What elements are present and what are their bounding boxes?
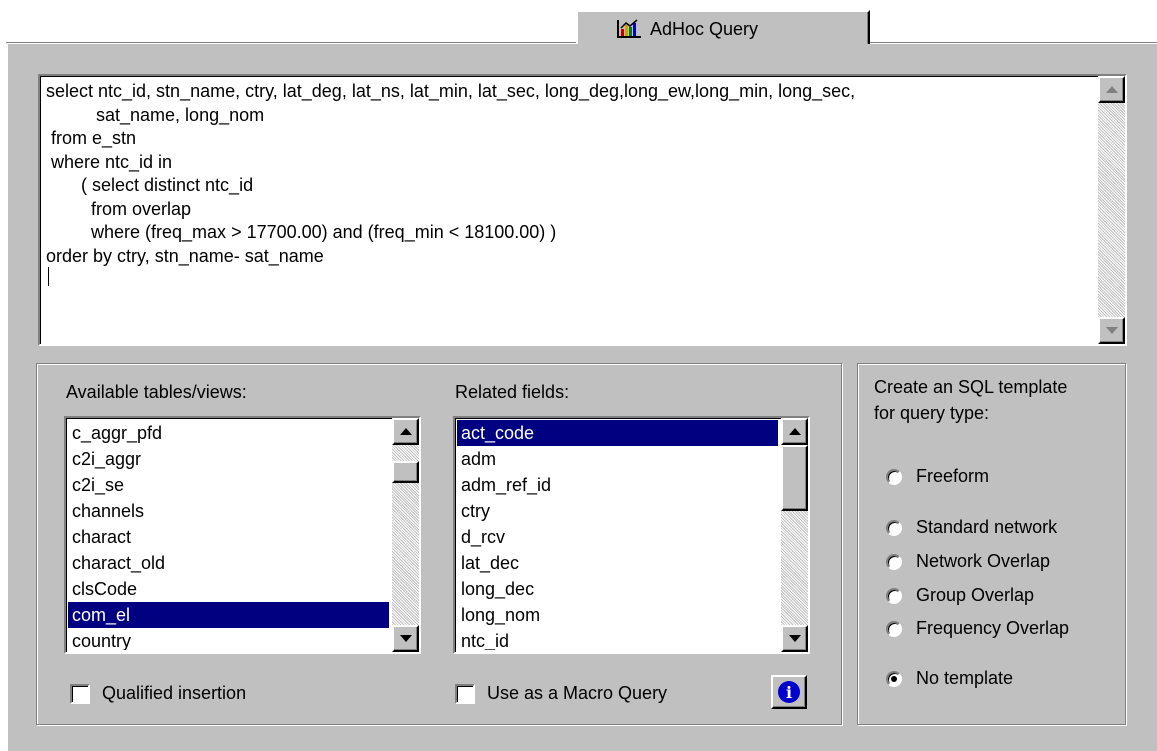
list-item[interactable]: ctry <box>457 498 778 524</box>
tables-listbox[interactable]: c_aggr_pfd c2i_aggr c2i_se channels charact c… <box>64 416 421 654</box>
editor-scroll-up-button[interactable] <box>1098 76 1125 103</box>
list-item[interactable]: c_aggr_pfd <box>68 420 389 446</box>
arrow-up-icon <box>1105 86 1118 93</box>
tab-label: AdHoc Query <box>650 18 759 39</box>
radio-label: Network Overlap <box>916 551 1051 571</box>
text-caret <box>48 267 49 286</box>
radio-button[interactable] <box>886 620 902 637</box>
list-item[interactable]: channels <box>68 498 389 524</box>
editor-scrollbar[interactable] <box>1098 76 1125 344</box>
editor-scroll-down-button[interactable] <box>1098 317 1125 344</box>
list-item[interactable]: c2i_aggr <box>68 446 389 472</box>
radio-label: No template <box>916 668 1014 688</box>
tables-scrollbar[interactable] <box>392 418 419 652</box>
list-item[interactable]: ntc_id <box>457 628 778 650</box>
tables-scroll-thumb[interactable] <box>392 461 419 483</box>
arrow-down-icon <box>1105 327 1118 334</box>
radio-label: Freeform <box>916 466 990 486</box>
list-item[interactable]: charact <box>68 524 389 550</box>
list-item[interactable]: act_code <box>457 420 778 446</box>
info-button[interactable]: i <box>771 675 807 709</box>
fields-scroll-thumb[interactable] <box>781 445 808 511</box>
list-item[interactable]: adm_ref_id <box>457 472 778 498</box>
radio-label: Standard network <box>916 517 1058 537</box>
list-item[interactable]: com_el <box>68 602 389 628</box>
radio-button[interactable] <box>886 587 902 604</box>
arrow-down-icon <box>788 635 801 642</box>
list-item[interactable]: long_dec <box>457 576 778 602</box>
list-item[interactable]: adm <box>457 446 778 472</box>
radio-label: Frequency Overlap <box>916 618 1070 638</box>
info-icon: i <box>778 681 800 703</box>
tables-scroll-up-button[interactable] <box>392 418 419 445</box>
qualified-insertion-checkbox[interactable] <box>70 683 90 704</box>
arrow-down-icon <box>399 635 412 642</box>
radio-network-overlap[interactable]: Network Overlap <box>886 551 1050 572</box>
template-title-line2: for query type: <box>874 403 990 423</box>
qualified-insertion-label: Qualified insertion <box>102 683 247 703</box>
fields-scrollbar[interactable] <box>781 418 808 652</box>
radio-button[interactable] <box>886 553 902 570</box>
list-item[interactable]: d_rcv <box>457 524 778 550</box>
qualified-insertion-option[interactable]: Qualified insertion <box>70 683 246 704</box>
tables-label: Available tables/views: <box>66 382 247 402</box>
fields-listbox[interactable]: act_code adm adm_ref_id ctry d_rcv lat_dec lon… <box>453 416 810 654</box>
radio-label: Group Overlap <box>916 585 1035 605</box>
list-item[interactable]: long_nom <box>457 602 778 628</box>
radio-button[interactable] <box>886 670 902 687</box>
arrow-up-icon <box>399 428 412 435</box>
sql-editor[interactable]: select ntc_id, stn_name, ctry, lat_deg, … <box>38 74 1127 346</box>
fields-scroll-up-button[interactable] <box>781 418 808 445</box>
sql-text[interactable]: select ntc_id, stn_name, ctry, lat_deg, … <box>46 80 1086 342</box>
list-item[interactable]: charact_old <box>68 550 389 576</box>
list-item[interactable]: clsCode <box>68 576 389 602</box>
arrow-up-icon <box>788 428 801 435</box>
radio-frequency-overlap[interactable]: Frequency Overlap <box>886 618 1069 639</box>
tables-scroll-down-button[interactable] <box>392 625 419 652</box>
macro-query-option[interactable]: Use as a Macro Query <box>455 683 667 704</box>
fields-scroll-down-button[interactable] <box>781 625 808 652</box>
radio-button[interactable] <box>886 519 902 536</box>
template-title-line1: Create an SQL template <box>874 377 1068 397</box>
fields-list-items: act_code adm adm_ref_id ctry d_rcv lat_dec lon… <box>457 420 778 650</box>
fields-label: Related fields: <box>455 382 570 402</box>
tab-adhoc-query[interactable]: AdHoc Query <box>576 10 870 46</box>
list-item[interactable]: country <box>68 628 389 650</box>
list-item[interactable]: c2i_se <box>68 472 389 498</box>
macro-query-checkbox[interactable] <box>455 683 475 704</box>
list-item[interactable]: lat_dec <box>457 550 778 576</box>
radio-standard-network[interactable]: Standard network <box>886 517 1057 538</box>
macro-query-label: Use as a Macro Query <box>487 683 668 703</box>
radio-group-overlap[interactable]: Group Overlap <box>886 585 1034 606</box>
radio-freeform[interactable]: Freeform <box>886 466 989 487</box>
radio-no-template[interactable]: No template <box>886 668 1013 689</box>
query-chart-icon <box>616 18 642 40</box>
tables-list-items: c_aggr_pfd c2i_aggr c2i_se channels charact c… <box>68 420 389 650</box>
radio-button[interactable] <box>886 468 902 485</box>
